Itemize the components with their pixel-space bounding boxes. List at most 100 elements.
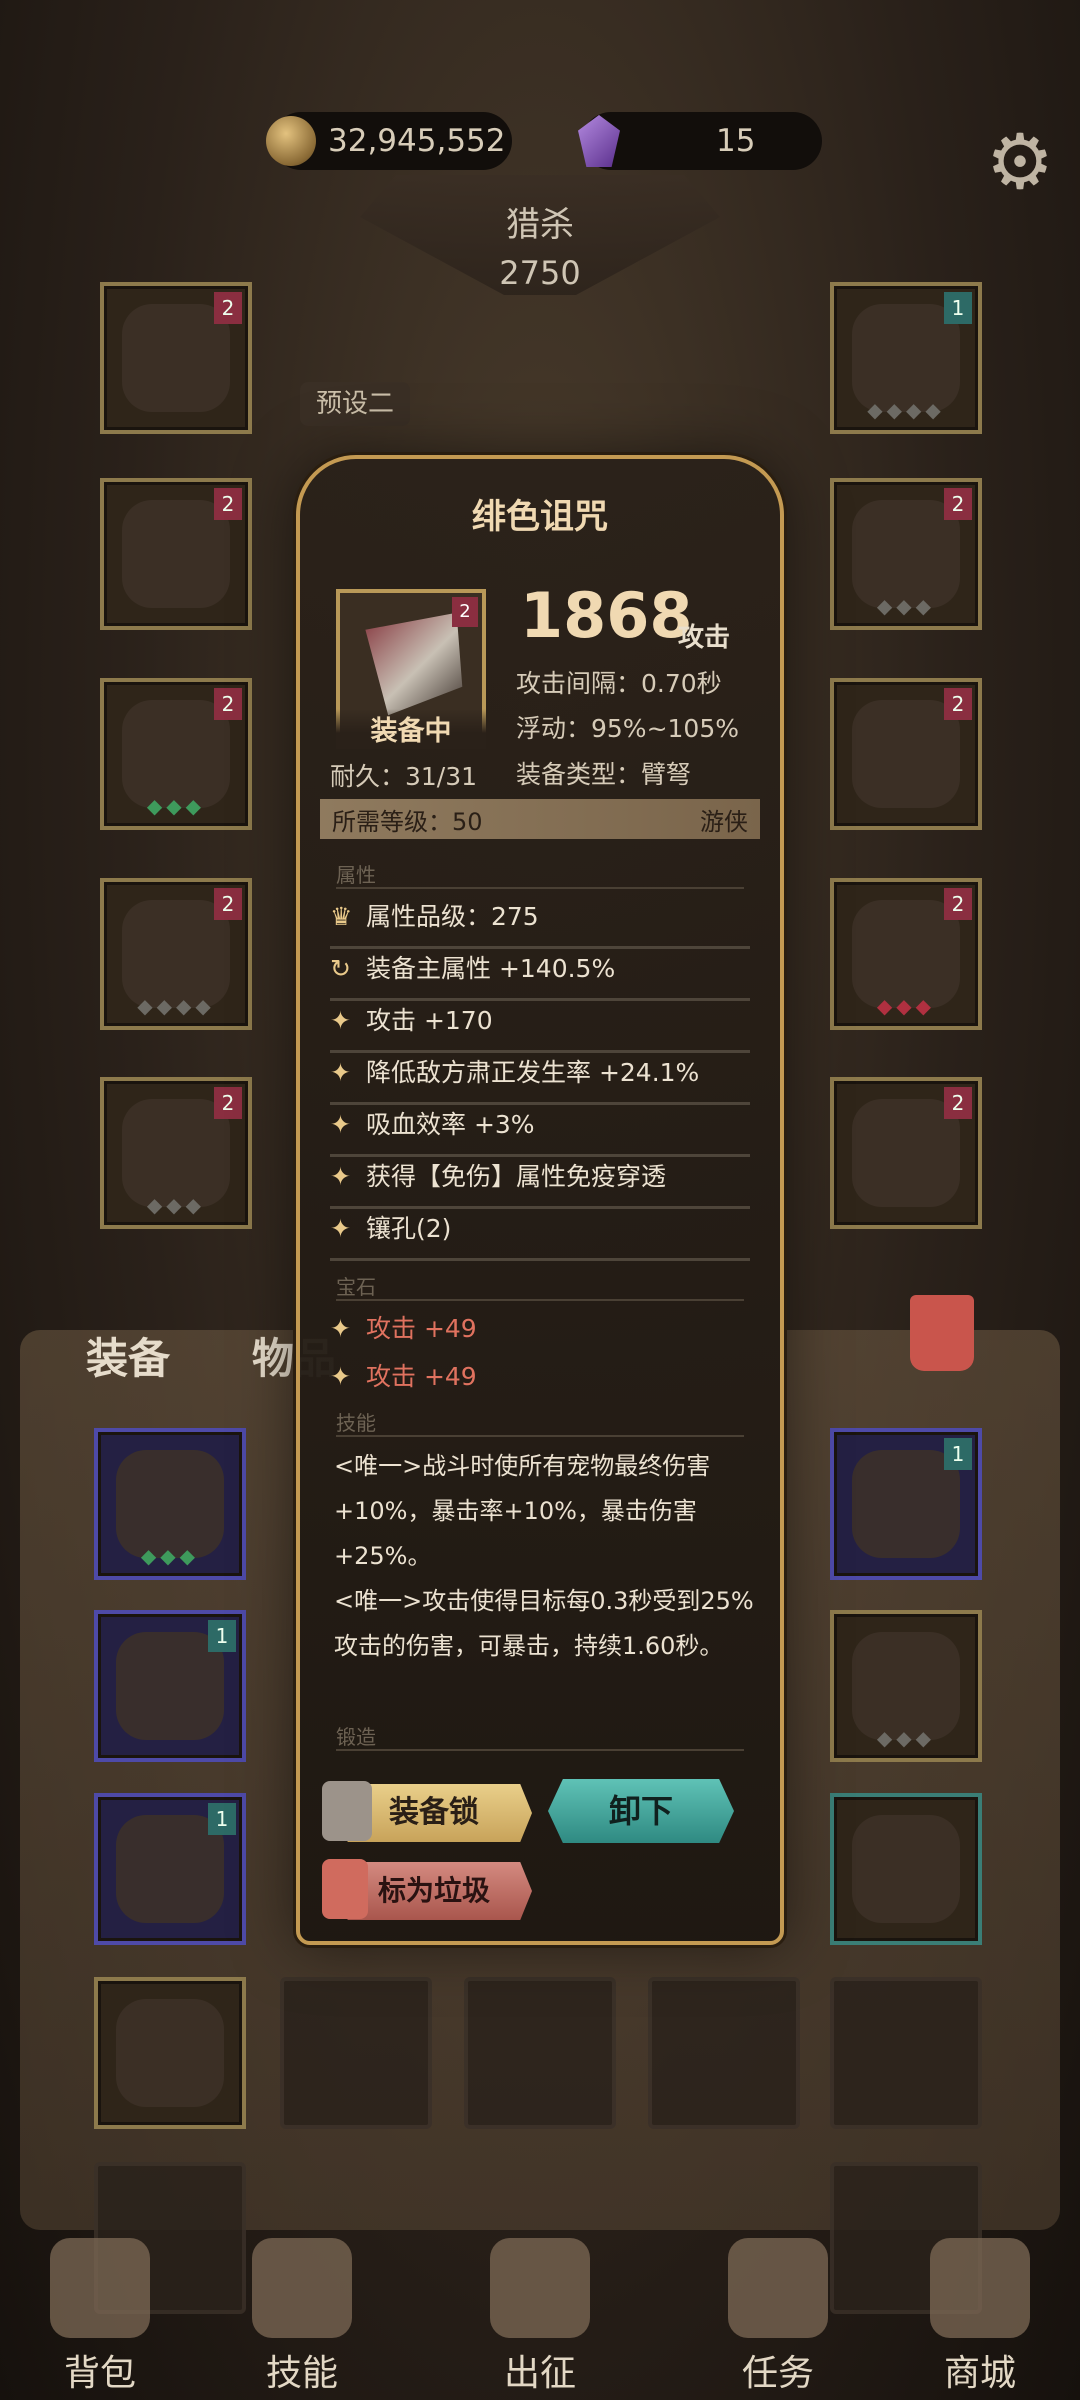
shop-crest-icon (930, 2238, 1030, 2338)
tab-equipment[interactable]: 装备 (86, 1325, 170, 1386)
nav-shop-label: 商城 (943, 2353, 1016, 2394)
lotus-icon: ♛ (330, 902, 353, 931)
padlock-icon (322, 1781, 372, 1841)
attribute-row: ✦ 攻击 +170 (330, 1001, 750, 1053)
level-badge: 2 (214, 488, 242, 520)
inventory-empty-slot[interactable] (464, 1977, 616, 2129)
gold-coin-icon (266, 116, 316, 166)
skill-description: <唯一>战斗时使所有宠物最终伤害+10%，暴击率+10%，暴击伤害+25%。 (334, 1452, 711, 1570)
gold-counter: 32,945,552 (266, 112, 512, 170)
equip-slot-pants[interactable]: 2 ◆◆◆◆ (100, 878, 252, 1030)
gem-amount: 15 (716, 123, 756, 159)
attribute-row: ✦ 吸血效率 +3% (330, 1105, 750, 1157)
section-forge: 锻造 (336, 1721, 744, 1751)
gem-sockets: ◆◆◆◆ (867, 398, 945, 422)
nav-battle[interactable]: 出征 (460, 2238, 620, 2396)
attribute-row: ✦ 获得【免伤】属性免疫穿透 (330, 1157, 750, 1209)
level-badge: 2 (944, 688, 972, 720)
trash-icon[interactable] (910, 1295, 974, 1371)
inventory-item[interactable]: 1 (830, 1428, 982, 1580)
equip-slot-crossbow[interactable]: 2 ◆◆◆ (830, 878, 982, 1030)
refresh-icon: ↻ (330, 954, 351, 983)
inventory-empty-slot[interactable] (648, 1977, 800, 2129)
nav-bag[interactable]: 背包 (20, 2238, 180, 2396)
gem-counter: 15 (578, 112, 822, 170)
item-detail-popup: 绯色诅咒 2 装备中 耐久：31/31 1868 攻击 攻击间隔：0.70秒 浮… (296, 455, 784, 1945)
inventory-item[interactable] (94, 1977, 246, 2129)
inventory-item[interactable]: 1 (94, 1610, 246, 1762)
inventory-item[interactable]: ◆◆◆ (94, 1428, 246, 1580)
star-icon: ✦ (330, 1058, 351, 1087)
gem-sockets: ◆◆◆ (146, 1193, 206, 1217)
skill-description: <唯一>攻击使得目标每0.3秒受到25%攻击的伤害，可暴击，持续1.60秒。 (334, 1587, 754, 1660)
section-attributes: 属性 (336, 859, 744, 889)
equip-slot-ring-1[interactable]: 2 ◆◆◆ (830, 478, 982, 630)
nav-tasks[interactable]: 任务 (698, 2238, 858, 2396)
section-gems: 宝石 (336, 1271, 744, 1301)
gem-sockets: ◆◆◆ (140, 1544, 200, 1568)
equipped-label: 装备中 (336, 709, 486, 749)
unequip-button[interactable]: 卸下 (548, 1779, 734, 1843)
fluctuation: 浮动：95%~105% (516, 714, 739, 743)
equip-slot-helmet[interactable]: 1 ◆◆◆◆ (830, 282, 982, 434)
skill-book-icon (252, 2238, 352, 2338)
bag-icon (50, 2238, 150, 2338)
inventory-empty-slot[interactable] (280, 1977, 432, 2129)
attack-interval: 攻击间隔：0.70秒 (516, 669, 722, 698)
equip-slot-boots[interactable]: 2 ◆◆◆ (100, 1077, 252, 1229)
required-level-bar: 所需等级：50 游侠 (320, 799, 760, 839)
nav-tasks-label: 任务 (741, 2353, 814, 2394)
equip-slot-weapon[interactable]: 2 (100, 282, 252, 434)
star-icon: ✦ (330, 1110, 351, 1139)
gold-amount: 32,945,552 (328, 123, 506, 159)
section-skills: 技能 (336, 1407, 744, 1437)
level-badge: 2 (214, 688, 242, 720)
level-badge: 1 (208, 1620, 236, 1652)
attack-value: 1868 (520, 579, 693, 652)
durability: 耐久：31/31 (330, 762, 478, 791)
gem-sockets: ◆◆◆ (146, 794, 206, 818)
settings-gear-icon[interactable]: ⚙ (978, 120, 1062, 204)
attack-unit: 攻击 (678, 623, 731, 653)
equip-slot-cloak[interactable]: 2 ◆◆◆ (100, 678, 252, 830)
level-badge: 2 (214, 1087, 242, 1119)
equip-slot-gloves[interactable]: 2 (830, 1077, 982, 1229)
nav-shop[interactable]: 商城 (900, 2238, 1060, 2396)
junk-bin-icon (322, 1859, 368, 1919)
inventory-item[interactable]: ◆◆◆ (830, 1610, 982, 1762)
gem-sockets: ◆◆◆ (876, 1726, 936, 1750)
star-icon: ✦ (330, 1314, 351, 1343)
crossbow-icon (365, 612, 463, 716)
attribute-row: ✦ 降低敌方肃正发生率 +24.1% (330, 1053, 750, 1105)
inventory-item[interactable] (830, 1793, 982, 1945)
preset-selector[interactable]: 预设二 (300, 382, 410, 426)
hunt-title: 猎杀 (506, 205, 574, 245)
level-badge: 1 (208, 1803, 236, 1835)
level-badge: 2 (214, 292, 242, 324)
item-level-badge: 2 (452, 597, 478, 627)
level-badge: 2 (944, 1087, 972, 1119)
nav-bag-label: 背包 (63, 2353, 136, 2394)
star-icon: ✦ (330, 1362, 351, 1391)
inventory-item[interactable]: 1 (94, 1793, 246, 1945)
gem-bonus: ✦ 攻击 +49 (330, 1362, 477, 1391)
equip-slot-armor[interactable]: 2 (100, 478, 252, 630)
bottom-nav: 背包 技能 出征 任务 商城 (0, 2230, 1080, 2400)
battle-map-icon (490, 2238, 590, 2338)
nav-skills-label: 技能 (265, 2353, 338, 2394)
equip-slot-ring-2[interactable]: 2 (830, 678, 982, 830)
level-badge: 2 (214, 888, 242, 920)
star-icon: ✦ (330, 1006, 351, 1035)
level-badge: 1 (944, 292, 972, 324)
required-level: 所需等级：50 (332, 807, 483, 836)
equip-type: 装备类型：臂弩 (516, 760, 692, 789)
gem-sockets: ◆◆◆ (876, 594, 936, 618)
task-horn-icon (728, 2238, 828, 2338)
star-icon: ✦ (330, 1162, 351, 1191)
nav-skills[interactable]: 技能 (222, 2238, 382, 2396)
gem-bonus: ✦ 攻击 +49 (330, 1314, 477, 1343)
nav-battle-label: 出征 (503, 2353, 576, 2394)
level-badge: 2 (944, 488, 972, 520)
item-name: 绯色诅咒 (472, 497, 608, 537)
inventory-empty-slot[interactable] (830, 1977, 982, 2129)
